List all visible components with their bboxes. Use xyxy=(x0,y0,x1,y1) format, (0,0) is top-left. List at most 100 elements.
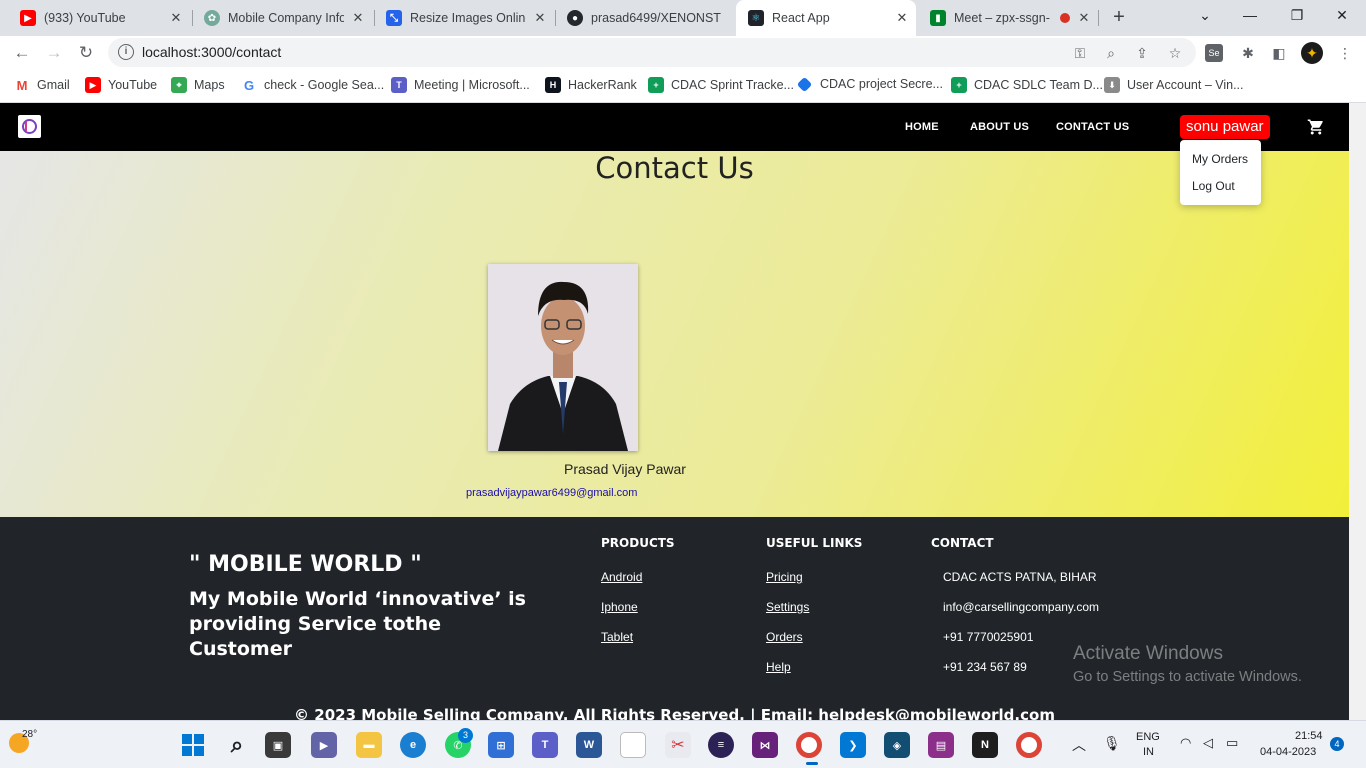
new-tab-button[interactable]: + xyxy=(1108,6,1130,28)
side-panel-icon[interactable]: ◧ xyxy=(1268,42,1290,64)
url-text[interactable]: localhost:3000/contact xyxy=(142,44,281,60)
visual-studio-icon[interactable]: ⋈ xyxy=(752,732,778,758)
close-icon[interactable]: ✕ xyxy=(1076,10,1092,26)
menu-item-my-orders[interactable]: My Orders xyxy=(1192,152,1248,166)
clock-date[interactable]: 04-04-2023 xyxy=(1260,746,1316,758)
contact-heading: CONTACT xyxy=(931,536,994,550)
tab-search-icon[interactable]: ⌄ xyxy=(1190,4,1220,26)
clock-time[interactable]: 21:54 xyxy=(1295,730,1323,742)
tab-resize-images[interactable]: ⤡ Resize Images Online ✕ xyxy=(374,4,554,32)
nav-about-us[interactable]: ABOUT US xyxy=(970,121,1029,133)
zoom-icon[interactable]: ⌕ xyxy=(1101,43,1121,63)
eclipse-icon[interactable]: ≡ xyxy=(708,732,734,758)
bookmark-youtube[interactable]: ▶ YouTube xyxy=(85,77,157,93)
close-icon[interactable]: ✕ xyxy=(894,10,910,26)
link-tablet[interactable]: Tablet xyxy=(601,630,633,644)
teams-icon: T xyxy=(391,77,407,93)
maps-icon: ⌖ xyxy=(171,77,187,93)
notion-icon[interactable]: N xyxy=(972,732,998,758)
vscode-icon[interactable]: ❯ xyxy=(840,732,866,758)
reload-icon[interactable]: ↻ xyxy=(74,41,98,65)
link-help[interactable]: Help xyxy=(766,660,791,674)
tab-youtube[interactable]: ▶ (933) YouTube ✕ xyxy=(8,4,190,32)
bookmark-cdac-sdlc[interactable]: + CDAC SDLC Team D... xyxy=(951,77,1103,93)
link-pricing[interactable]: Pricing xyxy=(766,570,803,584)
cart-icon[interactable] xyxy=(1307,118,1325,136)
microphone-icon[interactable]: 🎙 xyxy=(1103,735,1121,752)
battery-icon[interactable]: ▭ xyxy=(1226,735,1238,751)
tab-meet[interactable]: ▮ Meet – zpx-ssgn- ✕ xyxy=(918,4,1098,32)
notepad-icon[interactable] xyxy=(620,732,646,758)
chat-icon[interactable]: ▶ xyxy=(311,732,337,758)
bookmark-label: CDAC SDLC Team D... xyxy=(974,78,1103,92)
user-dropdown-menu: My Orders Log Out xyxy=(1180,140,1261,205)
bookmark-teams-meeting[interactable]: T Meeting | Microsoft... xyxy=(391,77,530,93)
minimize-button[interactable]: — xyxy=(1235,4,1265,26)
link-orders[interactable]: Orders xyxy=(766,630,803,644)
close-icon[interactable]: ✕ xyxy=(532,10,548,26)
page-scrollbar[interactable] xyxy=(1349,103,1366,720)
key-icon[interactable]: ⚿ xyxy=(1070,43,1090,63)
github-icon: ● xyxy=(567,10,583,26)
teams-icon[interactable]: T xyxy=(532,732,558,758)
restore-button[interactable]: ❐ xyxy=(1282,4,1312,26)
winrar-icon[interactable]: ▤ xyxy=(928,732,954,758)
footer-tagline: My Mobile World ‘innovative’ is providin… xyxy=(189,588,526,660)
selenium-extension-icon[interactable]: Se xyxy=(1205,44,1223,62)
bookmark-label: YouTube xyxy=(108,78,158,92)
close-window-button[interactable]: ✕ xyxy=(1327,4,1357,26)
extensions-icon[interactable]: ✱ xyxy=(1237,42,1259,64)
close-icon[interactable]: ✕ xyxy=(168,10,184,26)
tray-chevron-icon[interactable]: ︿ xyxy=(1072,735,1086,755)
bookmark-user-account[interactable]: ⬇ User Account – Vin... xyxy=(1104,77,1244,93)
chrome-icon[interactable] xyxy=(796,732,822,758)
link-iphone[interactable]: Iphone xyxy=(601,600,638,614)
user-menu-button[interactable]: sonu pawar xyxy=(1180,115,1270,139)
notification-badge[interactable]: 4 xyxy=(1330,737,1344,751)
bookmark-maps[interactable]: ⌖ Maps xyxy=(171,77,225,93)
address-bar[interactable]: i localhost:3000/contact ⚿ ⌕ ⇪ ☆ xyxy=(108,38,1196,67)
bookmark-hackerrank[interactable]: H HackerRank xyxy=(545,77,637,93)
site-info-icon[interactable]: i xyxy=(118,44,134,60)
link-android[interactable]: Android xyxy=(601,570,642,584)
tab-mobile-company[interactable]: ✿ Mobile Company Infor ✕ xyxy=(192,4,372,32)
bookmark-label: Meeting | Microsoft... xyxy=(414,78,530,92)
word-icon[interactable]: W xyxy=(576,732,602,758)
link-settings[interactable]: Settings xyxy=(766,600,809,614)
search-icon[interactable]: ⌕ xyxy=(224,732,250,758)
site-logo[interactable] xyxy=(18,115,41,138)
bookmark-gmail[interactable]: M Gmail xyxy=(14,77,70,93)
react-icon: ⚛ xyxy=(748,10,764,26)
language-indicator[interactable]: ENG xyxy=(1136,731,1160,743)
menu-icon[interactable]: ⋮ xyxy=(1334,42,1356,64)
share-icon[interactable]: ⇪ xyxy=(1132,43,1152,63)
site-navbar: HOME ABOUT US CONTACT US sonu pawar xyxy=(0,103,1349,151)
tab-github[interactable]: ● prasad6499/XENONST xyxy=(555,4,735,32)
nav-contact-us[interactable]: CONTACT US xyxy=(1056,121,1129,133)
back-icon[interactable]: ← xyxy=(10,41,34,65)
tab-react-app[interactable]: ⚛ React App ✕ xyxy=(736,0,916,36)
bookmark-google-search[interactable]: G check - Google Sea... xyxy=(241,77,384,93)
wifi-icon[interactable]: ◠ xyxy=(1180,735,1191,751)
bookmark-cdac-sprint[interactable]: + CDAC Sprint Tracke... xyxy=(648,77,794,93)
menu-item-log-out[interactable]: Log Out xyxy=(1192,179,1235,193)
file-explorer-icon[interactable]: ▬ xyxy=(356,732,382,758)
weather-temp: 28° xyxy=(22,729,38,740)
forward-icon[interactable]: → xyxy=(42,41,66,65)
profile-avatar[interactable]: ✦ xyxy=(1301,42,1323,64)
start-icon[interactable] xyxy=(180,732,206,758)
mysql-icon[interactable]: ◈ xyxy=(884,732,910,758)
page-title: Contact Us xyxy=(595,151,754,185)
chrome-icon[interactable] xyxy=(1016,732,1042,758)
edge-icon[interactable]: e xyxy=(400,732,426,758)
bookmark-label: CDAC Sprint Tracke... xyxy=(671,78,794,92)
snipping-tool-icon[interactable]: ✂ xyxy=(665,732,691,758)
bookmark-star-icon[interactable]: ☆ xyxy=(1165,43,1185,63)
task-view-icon[interactable]: ▣ xyxy=(265,732,291,758)
person-email-link[interactable]: prasadvijaypawar6499@gmail.com xyxy=(466,487,637,499)
volume-icon[interactable]: ◁ xyxy=(1203,735,1213,751)
store-icon[interactable]: ⊞ xyxy=(488,732,514,758)
bookmark-cdac-project[interactable]: CDAC project Secre... xyxy=(796,76,943,92)
nav-home[interactable]: HOME xyxy=(905,121,939,133)
close-icon[interactable]: ✕ xyxy=(350,10,366,26)
